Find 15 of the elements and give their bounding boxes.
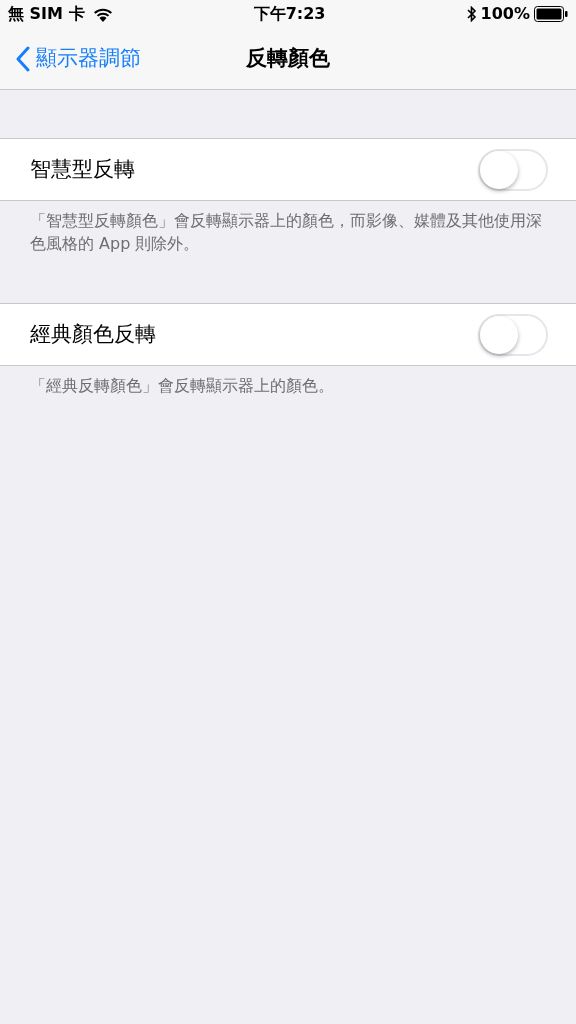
toggle-switch[interactable] bbox=[478, 313, 548, 356]
time-text: 下午7:23 bbox=[253, 3, 326, 25]
chevron-left-icon bbox=[16, 45, 30, 72]
back-button[interactable]: 顯示器調節 bbox=[0, 28, 141, 89]
footer-note: 「智慧型反轉顏色」會反轉顯示器上的顏色，而影像、媒體及其他使用深色風格的 App 則除外。 bbox=[29, 210, 543, 255]
footer-note: 「經典反轉顏色」會反轉顯示器上的顏色。 bbox=[29, 375, 335, 397]
row-label: 智慧型反轉 bbox=[30, 155, 135, 183]
carrier-text: 無 SIM 卡 bbox=[8, 3, 85, 25]
wifi-icon bbox=[92, 6, 113, 22]
battery-icon bbox=[534, 6, 568, 22]
bluetooth-icon bbox=[466, 6, 477, 22]
battery-percent: 100% bbox=[480, 3, 530, 25]
row-label: 經典顏色反轉 bbox=[30, 320, 156, 348]
page-title: 反轉顏色 bbox=[246, 44, 330, 72]
toggle-switch[interactable] bbox=[478, 148, 548, 191]
